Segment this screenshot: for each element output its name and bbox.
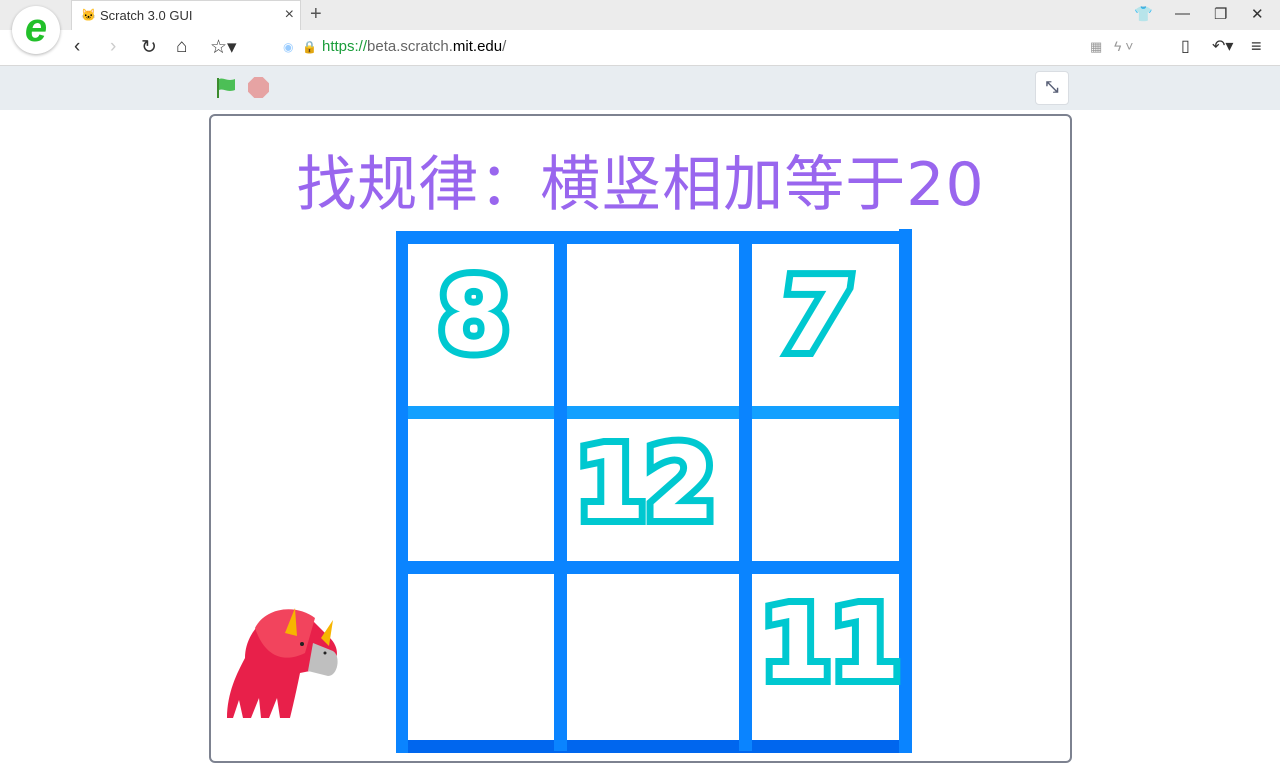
url-domain: mit.edu: [452, 38, 503, 55]
grid-line: [396, 231, 408, 753]
cell-r1c3: 7: [766, 250, 866, 381]
restore-button[interactable]: ❐: [1214, 5, 1227, 23]
skin-icon[interactable]: 👕: [1134, 5, 1153, 23]
new-tab-button[interactable]: +: [310, 3, 322, 26]
unfullscreen-icon[interactable]: ⤡: [1035, 71, 1069, 105]
green-flag-icon[interactable]: [216, 77, 238, 99]
cell-r1c1: 8: [432, 257, 516, 374]
menu-icon[interactable]: ≡: [1251, 36, 1262, 57]
nav-bar: ‹ › ↻ ⌂ ☆▾ ◉ 🔒 https://beta.scratch.mit.…: [0, 30, 1280, 66]
home-icon[interactable]: ⌂: [176, 36, 187, 58]
url-path: /: [502, 38, 507, 55]
tab-title: Scratch 3.0 GUI: [100, 8, 193, 23]
url-scheme: https://: [322, 38, 368, 55]
lock-icon: 🔒: [302, 40, 317, 54]
minimize-button[interactable]: —: [1175, 5, 1190, 22]
grid-line: [396, 406, 912, 419]
stage[interactable]: 找规律：横竖相加等于20 8 7 12 11: [209, 114, 1072, 763]
browser-logo-icon[interactable]: e: [12, 6, 60, 54]
undo-icon[interactable]: ↶▾: [1212, 36, 1233, 56]
back-icon[interactable]: ‹: [74, 36, 80, 58]
url-host: beta.scratch.: [367, 38, 453, 55]
reload-icon[interactable]: ↻: [141, 36, 157, 59]
dinosaur-sprite[interactable]: [225, 598, 345, 722]
scratch-cat-icon: 🐱: [81, 8, 96, 22]
grid-line: [396, 740, 912, 753]
address-bar[interactable]: https://beta.scratch.mit.edu/: [322, 38, 506, 55]
tab-bar: 🐱 Scratch 3.0 GUI × + 👕 — ❐ ✕: [0, 0, 1280, 31]
site-info-icon[interactable]: ◉: [283, 40, 293, 54]
grid-line: [554, 231, 567, 751]
close-window-button[interactable]: ✕: [1251, 5, 1264, 23]
star-icon[interactable]: ☆▾: [210, 36, 237, 59]
cell-r3c3: 11: [754, 585, 907, 702]
qr-icon[interactable]: ▦: [1090, 39, 1102, 55]
grid-line: [396, 561, 912, 574]
reader-icon[interactable]: ▯: [1181, 36, 1190, 56]
cell-r2c2: 12: [569, 425, 722, 542]
grid-line: [899, 229, 912, 753]
browser-tab[interactable]: 🐱 Scratch 3.0 GUI ×: [71, 0, 301, 31]
stage-header: [0, 66, 1280, 110]
lightning-icon[interactable]: ϟ ˅: [1114, 38, 1133, 54]
grid-line: [739, 231, 752, 751]
close-tab-icon[interactable]: ×: [285, 6, 294, 24]
grid-line: [396, 231, 912, 244]
forward-icon[interactable]: ›: [110, 36, 116, 58]
